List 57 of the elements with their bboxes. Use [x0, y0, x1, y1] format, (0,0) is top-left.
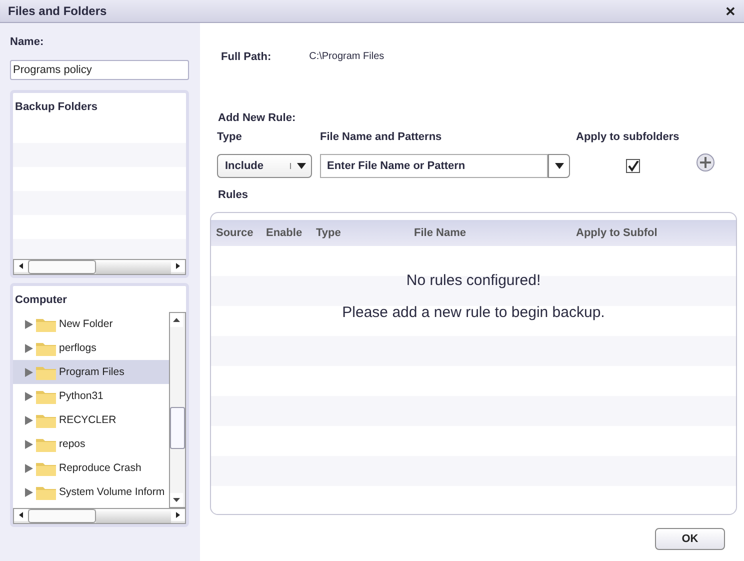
folder-item[interactable]: System Volume Inform: [13, 480, 169, 504]
type-dropdown[interactable]: Include: [217, 154, 312, 178]
empty-title: No rules configured!: [406, 272, 541, 289]
scroll-up-icon[interactable]: [170, 313, 183, 327]
expand-icon: [25, 392, 33, 400]
ok-button[interactable]: OK: [655, 528, 725, 550]
folder-item[interactable]: RECYCLER: [13, 408, 169, 432]
pattern-label: File Name and Patterns: [320, 131, 443, 143]
folder-item[interactable]: Python31: [13, 384, 169, 408]
folder-icon: [36, 340, 56, 356]
panel-title: Backup Folders: [14, 100, 99, 115]
scroll-right-icon[interactable]: [171, 260, 185, 272]
folder-icon: [36, 412, 56, 428]
folder-item[interactable]: Reproduce Crash: [13, 456, 169, 480]
scroll-down-icon[interactable]: [170, 493, 183, 507]
scroll-right-icon[interactable]: [171, 509, 185, 521]
empty-message: Please add a new rule to begin backup.: [342, 304, 605, 321]
rules-label: Rules: [218, 189, 249, 201]
caret-icon: [554, 163, 564, 169]
expand-icon: [25, 368, 33, 376]
subfolders-label: Apply to subfolders: [576, 131, 680, 143]
window-title: Files and Folders: [8, 4, 107, 18]
folder-icon: [36, 436, 56, 452]
scroll-left-icon[interactable]: [14, 260, 28, 272]
name-field[interactable]: Programs policy: [10, 60, 189, 80]
caret-icon: [296, 163, 306, 169]
horizontal-scrollbar[interactable]: [13, 259, 186, 275]
full-path-label: Full Path:: [221, 51, 272, 63]
subfolders-checkbox[interactable]: [626, 159, 640, 173]
close-button[interactable]: ✕: [725, 4, 736, 18]
type-label: Type: [217, 131, 243, 143]
pattern-dropdown-button[interactable]: [548, 154, 570, 178]
folder-icon: [36, 388, 56, 404]
folder-icon: [36, 484, 56, 500]
scroll-thumb[interactable]: [170, 407, 185, 449]
add-icon[interactable]: [696, 152, 715, 172]
vertical-scrollbar[interactable]: [169, 312, 186, 508]
name-label: Name:: [10, 36, 45, 48]
full-path-value: C:\Program Files: [309, 51, 384, 63]
folder-icon: [36, 316, 56, 332]
expand-icon: [25, 440, 33, 448]
expand-icon: [25, 488, 33, 496]
folder-item[interactable]: New Folder: [13, 312, 169, 336]
folder-icon: [36, 460, 56, 476]
expand-icon: [25, 464, 33, 472]
folder-item[interactable]: Program Files: [13, 360, 169, 384]
folder-item[interactable]: repos: [13, 432, 169, 456]
expand-icon: [25, 320, 33, 328]
panel-title: Computer: [14, 293, 68, 308]
scroll-left-icon[interactable]: [14, 509, 28, 521]
folder-item[interactable]: perflogs: [13, 336, 169, 360]
folder-icon: [36, 364, 56, 380]
horizontal-scrollbar[interactable]: [13, 508, 186, 524]
pattern-field[interactable]: Enter File Name or Pattern: [320, 154, 548, 178]
add-rule-label: Add New Rule:: [218, 112, 297, 124]
expand-icon: [25, 416, 33, 424]
expand-icon: [25, 344, 33, 352]
